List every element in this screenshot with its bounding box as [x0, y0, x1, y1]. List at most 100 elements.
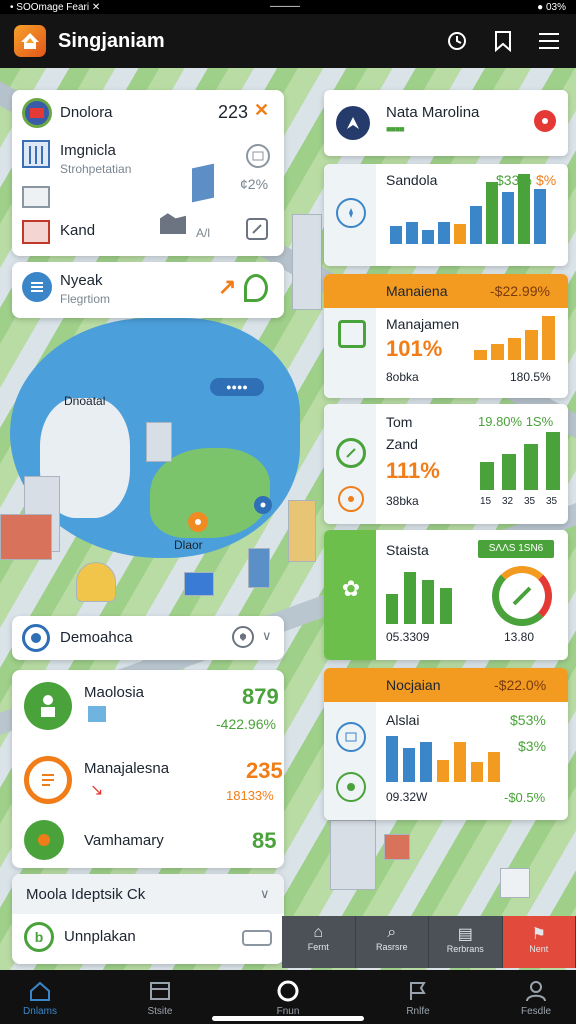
status-mid: ―――	[270, 1, 300, 12]
user-icon	[24, 682, 72, 730]
metric-label-2: Zand	[386, 436, 418, 452]
flower-icon: ✿	[341, 576, 361, 601]
stats-gauge-card: ✿ Staista SΛΛS 1SΝ6 05.3309 13.80	[324, 530, 568, 660]
location-icon[interactable]	[244, 274, 268, 302]
flag-icon	[378, 976, 458, 1006]
app-header: Singjaniam	[0, 14, 576, 68]
chevron-right-icon[interactable]: ∨	[262, 628, 272, 644]
news-card[interactable]: Nyeak Flegrtiom ↗	[12, 262, 284, 318]
chart-bar	[488, 752, 500, 782]
tab-home[interactable]: Dnlams	[0, 970, 80, 1024]
car-icon[interactable]	[242, 930, 272, 946]
chart-bar	[386, 594, 398, 624]
tool-search[interactable]: ⌕ Rasrsre	[356, 916, 429, 968]
tool-strip: ⌂ Fernt ⌕ Rasrsre ▤ Rerbrans ⚑ Nent	[282, 916, 576, 968]
factory-illustration	[160, 213, 186, 234]
chart-bar	[438, 222, 450, 244]
table-icon	[338, 320, 366, 348]
store-icon	[22, 220, 50, 244]
metric-pct: 180.5%	[510, 370, 551, 384]
refresh-icon[interactable]	[444, 28, 470, 54]
shield-icon[interactable]	[232, 626, 254, 648]
transit-icon[interactable]: ↗	[218, 274, 236, 300]
bookmark-icon[interactable]	[490, 28, 516, 54]
map-building	[248, 548, 270, 588]
metric-label: Alslai	[386, 712, 420, 728]
item-label[interactable]: Unnplakan	[64, 928, 136, 945]
leaf-icon: b	[24, 922, 54, 952]
window-icon	[120, 976, 200, 1006]
chevron-down-icon[interactable]: ∨	[260, 886, 270, 902]
edit-icon[interactable]	[246, 218, 268, 240]
map-pill[interactable]: ●●●●	[210, 378, 264, 396]
tab-profile[interactable]: Rnlfe	[378, 970, 458, 1024]
chart-bar	[386, 736, 398, 782]
chart-bar	[454, 224, 466, 244]
chart-bar	[422, 580, 434, 624]
metric-sub: 38bka	[386, 494, 419, 508]
chart-bar	[534, 189, 546, 244]
card-header-label: Nocjaian	[386, 677, 441, 693]
map-building	[288, 500, 316, 562]
gear-icon	[336, 772, 366, 802]
metric-label: Tom	[386, 414, 413, 430]
stat-change: 18133%	[226, 788, 274, 803]
user-icon	[496, 976, 576, 1006]
card-header-label: Manaiena	[386, 283, 448, 299]
chart-bar	[470, 206, 482, 244]
stats-card: Maolosia 879 -422.96% Manajalesna ↘ 235 …	[12, 670, 284, 868]
bar-chart	[386, 566, 452, 624]
tick-label: 15	[480, 496, 492, 507]
chart-bar	[525, 330, 538, 360]
tab-status[interactable]: Stsite	[120, 970, 200, 1024]
map-pin-icon[interactable]	[188, 512, 208, 532]
tick-label: 35	[524, 496, 536, 507]
place-name[interactable]: Imgnicla	[60, 142, 116, 159]
chart-bar	[422, 230, 434, 244]
chart-bar	[502, 192, 514, 244]
demo-label: Demoahca	[60, 629, 133, 646]
map-pin-icon[interactable]	[254, 496, 272, 514]
menu-icon[interactable]	[536, 28, 562, 54]
stat-label: Vamhamary	[84, 832, 164, 849]
chart-ticks: 15 32 35 35	[480, 496, 560, 507]
tool-front[interactable]: ⌂ Fernt	[282, 916, 356, 968]
place-name[interactable]: Kand	[60, 222, 95, 239]
chart-card-1: Sandola $33% $%	[324, 164, 568, 266]
circle-icon	[248, 976, 328, 1006]
leaf-icon	[336, 438, 366, 468]
chart-bar	[471, 762, 483, 782]
metric-value-2: $3%	[518, 738, 547, 754]
tool-book[interactable]: ▤ Rerbrans	[429, 916, 503, 968]
stat-change: -422.96%	[216, 716, 276, 732]
trend-down-icon: ↘	[90, 782, 104, 799]
metric-sub: 09.32W	[386, 790, 428, 804]
app-title: Singjaniam	[58, 29, 165, 52]
demo-card[interactable]: Demoahca ∨	[12, 616, 284, 660]
alert-icon[interactable]	[534, 110, 556, 132]
card-sidebar	[324, 702, 376, 820]
place-pct: ¢2%	[240, 176, 269, 192]
tool-next[interactable]: ⚑ Nent	[502, 916, 576, 968]
chart-bar	[518, 174, 530, 244]
place-tag: A/l	[196, 226, 211, 240]
status-badge: SΛΛS 1SΝ6	[478, 540, 554, 558]
close-icon[interactable]: ✕	[254, 100, 269, 121]
chart-bar	[440, 588, 452, 624]
map-label-city: Dlaor	[174, 538, 203, 552]
filter-card: Moola Ideptsik Ck ∨ b Unnplakan	[12, 874, 284, 964]
chart-bar	[474, 350, 487, 360]
route-icon	[336, 106, 370, 140]
home-indicator	[212, 1016, 364, 1021]
dropdown-label[interactable]: Moola Ideptsik Ck	[26, 886, 145, 903]
map-building	[330, 820, 376, 890]
tab-account[interactable]: Fesdle	[496, 970, 576, 1024]
chart-bar	[404, 572, 416, 624]
chart-bar	[542, 316, 555, 360]
metric-label: Manajamen	[386, 316, 460, 332]
profile-card[interactable]: Nata Marolina ■■■■	[324, 90, 568, 156]
compass-icon	[336, 198, 366, 228]
gauge-sub: 05.3309	[386, 630, 430, 644]
place-name[interactable]: Dnolora	[60, 104, 113, 121]
chart-icon[interactable]	[246, 144, 270, 168]
